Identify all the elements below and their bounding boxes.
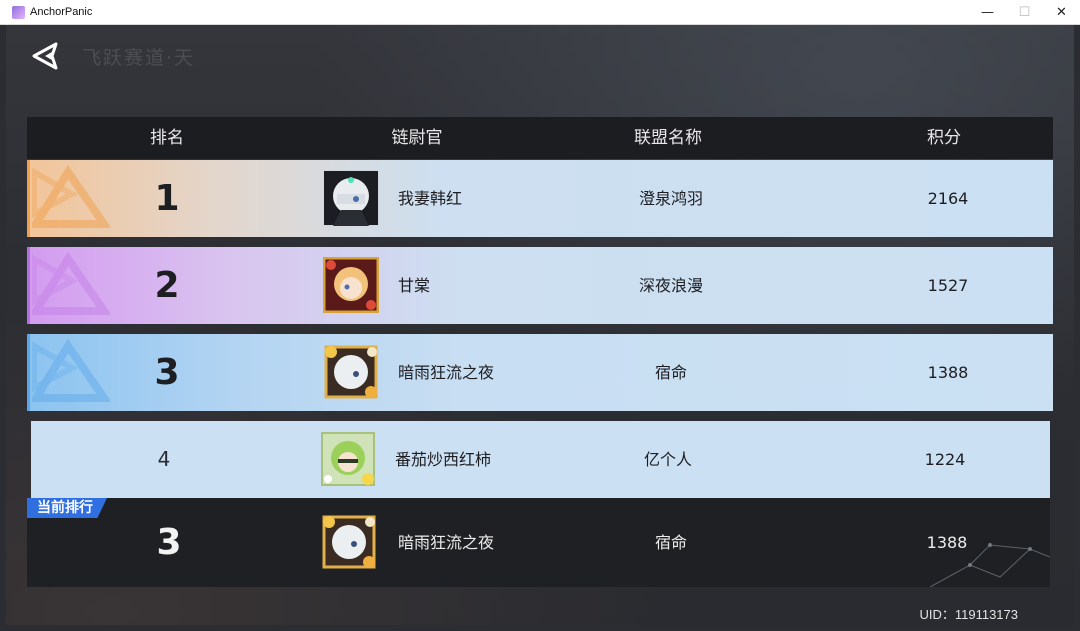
white-hair-gold-frame-avatar-icon xyxy=(324,345,378,399)
leaderboard-row[interactable]: 1 我妻韩红 澄泉鸿羽 2164 xyxy=(27,160,1053,237)
alliance-name: 深夜浪漫 xyxy=(638,276,704,295)
leaderboard-row[interactable]: 2 甘棠 深夜浪漫 1527 xyxy=(27,247,1053,324)
alliance-name: 宿命 xyxy=(654,363,688,382)
player-avatar[interactable] xyxy=(321,514,377,570)
minimize-button[interactable]: — xyxy=(969,0,1006,24)
rank-number: 3 xyxy=(156,522,182,563)
score-value: 1527 xyxy=(927,276,969,295)
player-avatar[interactable] xyxy=(323,344,379,400)
uid-label: UID：119113173 xyxy=(919,607,1018,622)
rank-emblem-icon xyxy=(32,338,110,402)
player-name: 暗雨狂流之夜 xyxy=(398,363,495,382)
alliance-name: 澄泉鸿羽 xyxy=(638,189,704,208)
back-arrow-icon xyxy=(32,42,58,70)
blonde-red-frame-avatar-icon xyxy=(323,257,379,313)
score-value: 1388 xyxy=(927,363,969,382)
window-controls: — ☐ ✕ xyxy=(969,0,1080,24)
maximize-button[interactable]: ☐ xyxy=(1006,0,1043,24)
close-button[interactable]: ✕ xyxy=(1043,0,1080,24)
column-score: 积分 xyxy=(927,128,961,148)
column-player: 链尉官 xyxy=(391,128,443,148)
column-rank: 排名 xyxy=(150,128,184,148)
network-lines-decoration-icon xyxy=(930,543,1050,587)
leaderboard-row[interactable]: 4 番茄炒西红柿 亿个人 1224 xyxy=(31,421,1050,498)
leaderboard-header: 排名 链尉官 联盟名称 积分 xyxy=(27,117,1053,159)
window-title: AnchorPanic xyxy=(30,6,93,18)
player-avatar[interactable] xyxy=(320,431,376,487)
current-rank-row[interactable]: 当前排行 3 暗雨狂流之夜 宿命 1388 xyxy=(27,498,1050,587)
page-title: 飞跃赛道·天 xyxy=(82,47,196,69)
player-name: 番茄炒西红柿 xyxy=(395,450,492,469)
column-alliance: 联盟名称 xyxy=(634,128,702,148)
back-button[interactable] xyxy=(30,39,64,73)
green-hair-flower-avatar-icon xyxy=(321,432,375,486)
score-value: 1224 xyxy=(924,450,966,469)
current-rank-tag: 当前排行 xyxy=(27,498,107,518)
rank-number: 2 xyxy=(154,265,180,306)
player-name: 暗雨狂流之夜 xyxy=(398,533,495,552)
leaderboard: 排名 链尉官 联盟名称 积分 1 我妻韩红 澄泉鸿羽 2164 2 甘棠 深夜浪… xyxy=(27,117,1053,587)
player-avatar[interactable] xyxy=(323,170,379,226)
player-name: 甘棠 xyxy=(398,276,431,295)
rank-number: 3 xyxy=(154,352,180,393)
leaderboard-row[interactable]: 3 暗雨狂流之夜 宿命 1388 xyxy=(27,334,1053,411)
game-viewport: 飞跃赛道·天 排名 链尉官 联盟名称 积分 1 我妻韩红 澄泉鸿羽 2164 2… xyxy=(6,25,1074,625)
alliance-name: 宿命 xyxy=(654,533,688,552)
rank-number: 1 xyxy=(154,178,180,219)
player-name: 我妻韩红 xyxy=(398,189,463,208)
rank-emblem-icon xyxy=(32,251,110,315)
score-value: 2164 xyxy=(927,189,969,208)
rank-number: 4 xyxy=(157,447,171,471)
player-avatar[interactable] xyxy=(323,257,379,313)
alliance-name: 亿个人 xyxy=(643,450,693,469)
white-hair-masked-avatar-icon xyxy=(323,170,379,226)
window-titlebar: AnchorPanic — ☐ ✕ xyxy=(0,0,1080,25)
white-hair-gold-frame-avatar-icon xyxy=(322,515,376,569)
app-icon xyxy=(12,5,25,19)
rank-emblem-icon xyxy=(32,164,110,228)
